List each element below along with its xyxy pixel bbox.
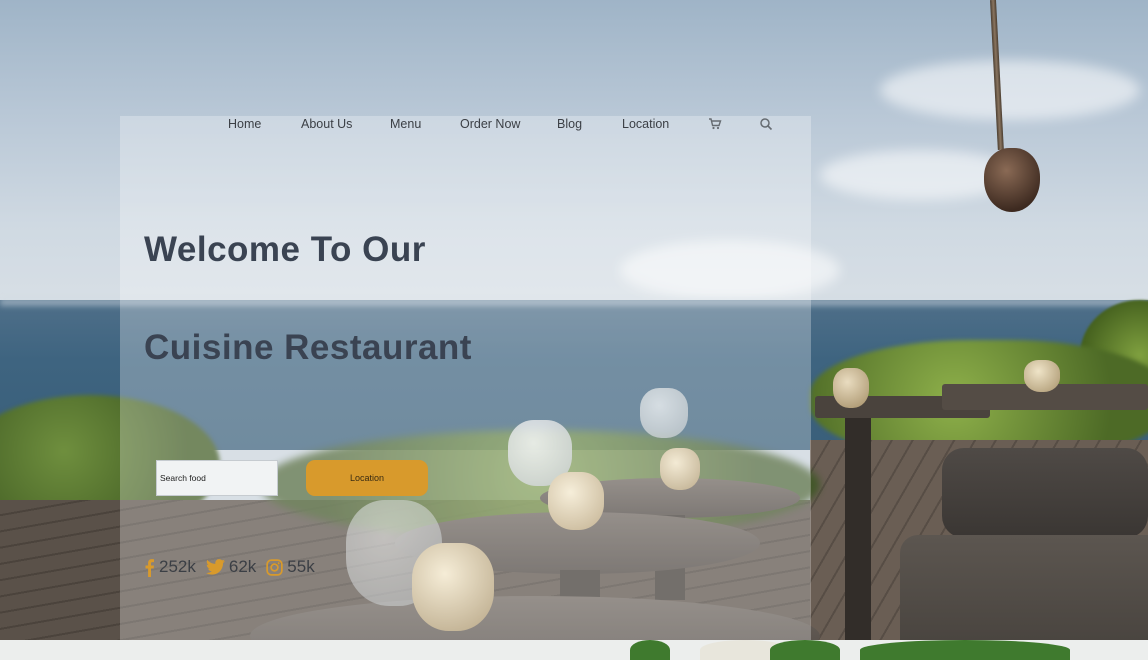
facebook-count: 252k <box>159 557 196 576</box>
hanging-bell <box>984 148 1040 212</box>
twitter-stat[interactable]: 62k <box>205 557 257 577</box>
cushion <box>900 535 1148 640</box>
location-button[interactable]: Location <box>306 460 428 496</box>
table-leg <box>845 418 871 640</box>
hero-title-line-2: Cuisine Restaurant <box>144 328 472 367</box>
instagram-stat[interactable]: 55k <box>266 557 315 577</box>
instagram-count: 55k <box>287 557 315 576</box>
leaf <box>770 640 840 660</box>
instagram-icon <box>266 558 284 576</box>
cart-icon[interactable] <box>708 117 722 131</box>
twitter-icon <box>205 559 225 575</box>
candle-holder <box>1024 360 1060 392</box>
leaf <box>860 640 1070 660</box>
nav-blog[interactable]: Blog <box>557 116 582 132</box>
hero-panel: Home About Us Menu Order Now Blog Locati… <box>120 116 811 640</box>
nav-menu[interactable]: Menu <box>390 116 421 132</box>
facebook-icon <box>144 558 155 577</box>
main-nav: Home About Us Menu Order Now Blog Locati… <box>120 116 811 132</box>
search-icon[interactable] <box>759 117 773 131</box>
social-stats: 252k 62k 55k <box>144 556 325 578</box>
nav-location[interactable]: Location <box>622 116 669 132</box>
leaf <box>630 640 670 660</box>
cushion <box>942 448 1148 538</box>
search-food-input[interactable] <box>156 460 278 496</box>
nav-home[interactable]: Home <box>228 116 261 132</box>
facebook-stat[interactable]: 252k <box>144 557 196 577</box>
hero-title-line-1: Welcome To Our <box>144 230 426 269</box>
nav-order-now[interactable]: Order Now <box>460 116 520 132</box>
twitter-count: 62k <box>228 557 257 576</box>
nav-about-us[interactable]: About Us <box>301 116 352 132</box>
cloud <box>880 60 1140 120</box>
candle-holder <box>833 368 869 408</box>
